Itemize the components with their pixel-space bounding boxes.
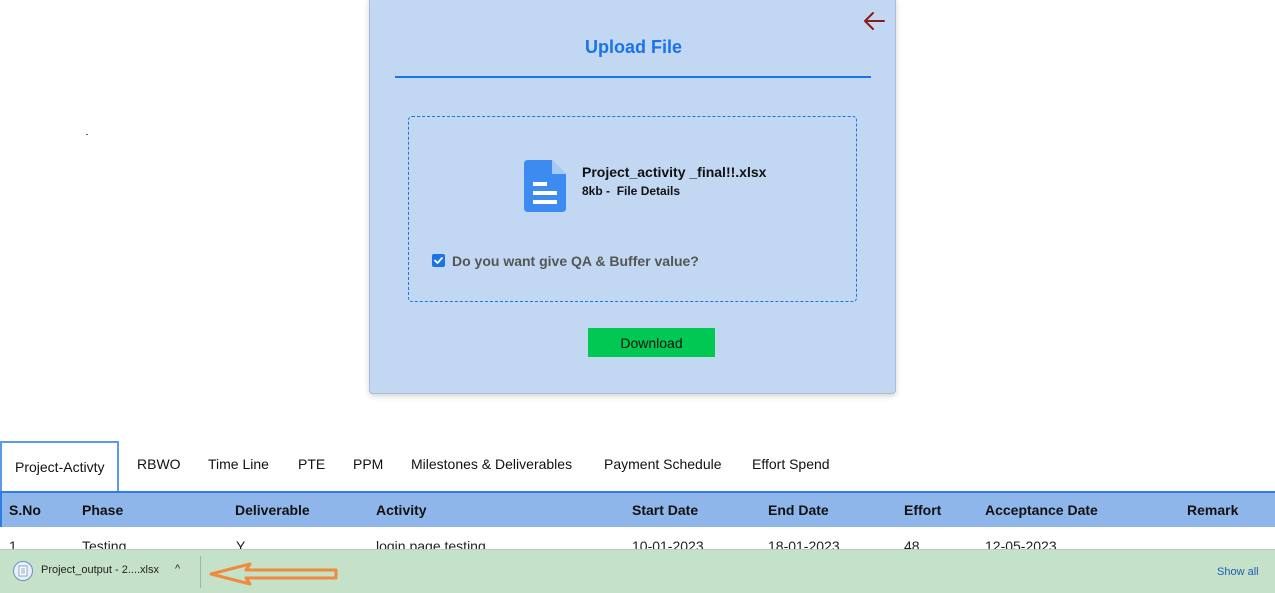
file-dropzone[interactable]: Project_activity _final!!.xlsx 8kb - Fil…	[408, 116, 857, 302]
arrow-left-icon[interactable]	[862, 11, 886, 31]
qa-buffer-checkbox[interactable]	[432, 254, 445, 267]
file-details-link[interactable]: File Details	[617, 184, 680, 198]
tab-bar: Project-Activty RBWO Time Line PTE PPM M…	[0, 441, 1275, 491]
file-meta: 8kb - File Details	[582, 184, 680, 198]
card-title: Upload File	[584, 37, 682, 57]
header-acceptance-date: Acceptance Date	[985, 502, 1098, 518]
tab-milestones-deliverables[interactable]: Milestones & Deliverables	[411, 441, 572, 489]
orange-arrow-annotation-icon	[209, 562, 338, 586]
tab-rbwo[interactable]: RBWO	[137, 441, 181, 489]
tab-project-activity[interactable]: Project-Activty	[0, 441, 120, 491]
upload-file-card: Upload File Project_activity _final!!.xl…	[369, 0, 896, 394]
download-item[interactable]: Project_output - 2....xlsx ^	[10, 560, 195, 584]
header-sno: S.No	[9, 502, 41, 518]
header-deliverable: Deliverable	[235, 502, 310, 518]
header-remark: Remark	[1187, 502, 1239, 518]
header-phase: Phase	[82, 502, 124, 518]
tab-effort-spend[interactable]: Effort Spend	[752, 441, 830, 489]
download-button[interactable]: Download	[588, 328, 715, 357]
download-file-name: Project_output - 2....xlsx	[41, 564, 159, 576]
header-start-date: Start Date	[632, 502, 699, 518]
header-effort: Effort	[904, 502, 942, 518]
stray-dot	[86, 134, 88, 135]
tab-ppm[interactable]: PPM	[353, 441, 383, 489]
qa-buffer-label[interactable]: Do you want give QA & Buffer value?	[452, 253, 699, 269]
file-meta-separator: -	[602, 184, 617, 198]
browser-download-bar: Project_output - 2....xlsx ^ Show all	[0, 549, 1275, 593]
file-size: 8kb	[582, 184, 603, 198]
tab-payment-schedule[interactable]: Payment Schedule	[604, 441, 722, 489]
header-activity: Activity	[376, 502, 427, 518]
document-icon	[524, 160, 566, 212]
header-end-date: End Date	[768, 502, 829, 518]
show-all-link[interactable]: Show all	[1217, 566, 1259, 578]
tab-pte[interactable]: PTE	[298, 441, 325, 489]
tab-time-line[interactable]: Time Line	[208, 441, 269, 489]
table-header: S.No Phase Deliverable Activity Start Da…	[0, 491, 1275, 527]
checkmark-icon	[434, 257, 443, 264]
file-icon	[13, 561, 33, 581]
chevron-up-icon[interactable]: ^	[175, 563, 180, 575]
divider	[200, 556, 201, 588]
title-divider	[395, 76, 871, 78]
file-name: Project_activity _final!!.xlsx	[582, 164, 767, 180]
